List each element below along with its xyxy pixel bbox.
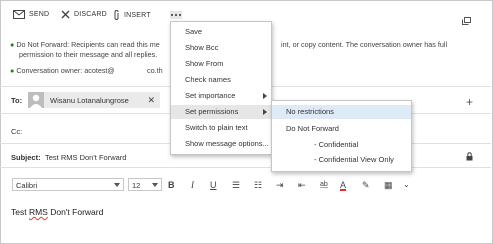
font-name: Calibri xyxy=(16,181,38,190)
paperclip-icon xyxy=(114,10,119,20)
discard-label: DISCARD xyxy=(74,11,107,18)
menu-item-show-bcc[interactable]: Show Bcc xyxy=(171,41,271,55)
menu-item-set-permissions[interactable]: Set permissions xyxy=(171,105,271,119)
send-button[interactable]: SEND xyxy=(13,10,49,19)
to-label: To: xyxy=(11,96,23,105)
chevron-down-icon xyxy=(114,183,120,187)
font-size: 12 xyxy=(132,181,141,190)
lock-icon xyxy=(466,152,473,163)
submenu-item-confidential[interactable]: - Confidential xyxy=(272,138,411,152)
bullet-icon: ● xyxy=(10,40,15,49)
discard-icon xyxy=(61,10,70,19)
indent-decrease-icon[interactable]: ⇤ xyxy=(298,179,306,191)
format-toolbar: Calibri 12 B I U ☰ ☷ ⇥ ⇤ ab A ✎ ▦ ⌄ xyxy=(10,177,480,193)
font-size-select[interactable]: 12 xyxy=(128,178,162,191)
dnf-notice-text-1: Do Not Forward: Recipients can read this… xyxy=(16,40,160,49)
menu-item-switch-plain-text[interactable]: Switch to plain text xyxy=(171,121,271,135)
insert-label: INSERT xyxy=(124,11,151,19)
body-text-suffix: Don't Forward xyxy=(47,207,104,217)
bold-icon[interactable]: B xyxy=(168,179,175,191)
subject-label: Subject: xyxy=(11,153,41,162)
more-options-button[interactable] xyxy=(170,11,182,19)
submenu-item-no-restrictions[interactable]: No restrictions xyxy=(272,105,411,119)
numbered-list-icon[interactable]: ☷ xyxy=(254,179,262,191)
dnf-notice-line-1: ● Do Not Forward: Recipients can read th… xyxy=(10,40,160,49)
subject-input[interactable]: Test RMS Don't Forward xyxy=(45,153,126,162)
owner-domain: co.th xyxy=(147,66,163,75)
owner-line: ● Conversation owner: acotest@ xyxy=(10,66,115,75)
popout-button[interactable] xyxy=(462,17,471,27)
recipient-chip[interactable]: Wisanu Lotanalungrose ✕ xyxy=(28,92,160,108)
highlight-icon[interactable]: ab xyxy=(320,179,328,191)
table-icon[interactable]: ▦ xyxy=(384,179,393,191)
send-label: SEND xyxy=(29,11,50,18)
chevron-double-down-icon[interactable]: ⌄ xyxy=(403,179,410,191)
popout-icon xyxy=(462,17,471,25)
dnf-notice-continuation: int, or copy content. The conversation o… xyxy=(281,40,447,49)
menu-item-save[interactable]: Save xyxy=(171,25,271,39)
person-icon xyxy=(30,94,42,108)
add-recipient-icon[interactable]: + xyxy=(466,95,473,109)
chevron-down-icon xyxy=(152,183,158,187)
menu-item-check-names[interactable]: Check names xyxy=(171,73,271,87)
avatar xyxy=(28,92,44,108)
menu-item-show-from[interactable]: Show From xyxy=(171,57,271,71)
bullet-icon: ● xyxy=(10,66,15,75)
font-select[interactable]: Calibri xyxy=(12,178,124,191)
menu-item-label: Set permissions xyxy=(185,107,239,116)
submenu-item-confidential-view-only[interactable]: - Confidential View Only xyxy=(272,153,411,167)
dnf-notice-text-2: int, or copy content. The conversation o… xyxy=(281,40,448,49)
underline-icon[interactable]: U xyxy=(210,179,217,191)
clear-format-icon[interactable]: ✎ xyxy=(362,179,370,191)
discard-button[interactable]: DISCARD xyxy=(61,10,107,19)
font-color-icon[interactable]: A xyxy=(340,179,346,191)
indent-increase-icon[interactable]: ⇥ xyxy=(276,179,284,191)
more-options-menu: Save Show Bcc Show From Check names Set … xyxy=(170,21,272,155)
permissions-submenu: No restrictions Do Not Forward - Confide… xyxy=(271,100,412,172)
cc-label: Cc: xyxy=(11,127,23,136)
menu-item-set-importance[interactable]: Set importance xyxy=(171,89,271,103)
chevron-right-icon xyxy=(263,109,267,115)
italic-icon[interactable]: I xyxy=(191,179,194,191)
owner-label: Conversation owner: acotest@ xyxy=(16,66,115,75)
body-text-prefix: Test xyxy=(11,207,29,217)
message-body[interactable]: Test RMS Don't Forward xyxy=(11,207,103,217)
send-icon xyxy=(13,10,25,19)
insert-button[interactable]: INSERT xyxy=(113,10,151,20)
recipient-name: Wisanu Lotanalungrose xyxy=(50,95,129,105)
remove-recipient-icon[interactable]: ✕ xyxy=(147,95,155,106)
dnf-notice-line-2: permission to their message and all repl… xyxy=(19,50,157,59)
menu-item-label: Set importance xyxy=(185,91,236,100)
bullet-list-icon[interactable]: ☰ xyxy=(232,179,240,191)
submenu-item-do-not-forward[interactable]: Do Not Forward xyxy=(272,122,411,136)
menu-item-show-message-options[interactable]: Show message options... xyxy=(171,137,271,151)
divider xyxy=(0,167,491,168)
chevron-right-icon xyxy=(263,93,267,99)
dnf-notice-text-3: permission to their message and all repl… xyxy=(19,50,158,59)
body-text-rms: RMS xyxy=(28,207,48,217)
owner-domain-line: co.th xyxy=(147,66,163,75)
